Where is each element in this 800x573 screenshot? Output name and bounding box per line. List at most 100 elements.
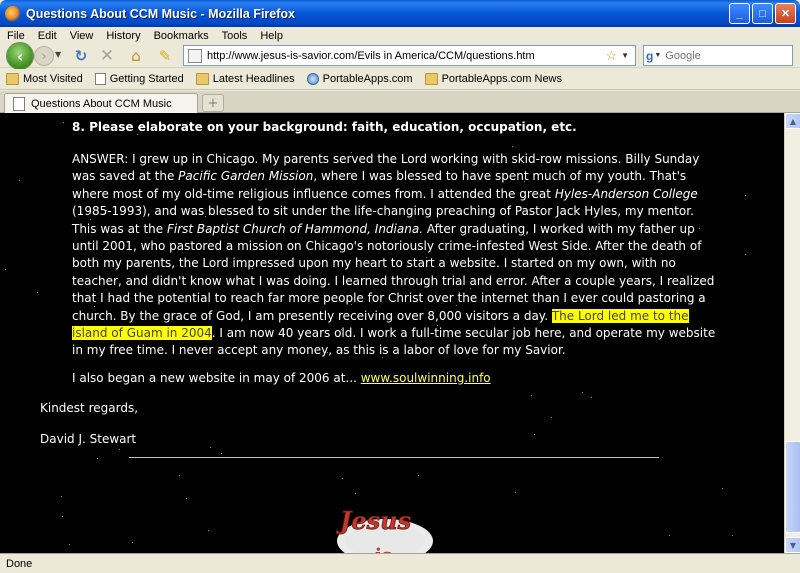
star-dot (531, 395, 532, 396)
minimize-button[interactable]: _ (729, 3, 750, 24)
star-dot (179, 475, 180, 476)
bookmark-latest-headlines[interactable]: Latest Headlines (195, 73, 295, 85)
star-dot (591, 397, 592, 398)
star-dot (342, 478, 343, 479)
vertical-scrollbar[interactable]: ▲ ▼ (784, 113, 800, 553)
scrollbar-thumb[interactable] (785, 441, 800, 533)
star-dot (90, 219, 91, 220)
jesus-logo-image: Jesus is (336, 506, 433, 553)
star-dot (382, 357, 383, 358)
new-website-text: I also began a new website in may of 200… (72, 371, 361, 385)
star-dot (327, 352, 328, 353)
menu-view[interactable]: View (63, 30, 100, 42)
tab-bar: Questions About CCM Music + (0, 91, 800, 113)
forward-button[interactable]: › (34, 46, 54, 66)
star-dot (341, 329, 342, 330)
search-input[interactable] (665, 49, 800, 62)
pencil-icon[interactable]: ✎ (156, 47, 174, 65)
answer-italic-text: Hyles-Anderson College (554, 186, 698, 201)
menu-tools[interactable]: Tools (215, 30, 254, 42)
page-content: 8. Please elaborate on your background: … (0, 113, 784, 553)
reload-icon[interactable]: ↻ (72, 47, 90, 65)
rss-folder-icon (424, 73, 438, 85)
window-title: Questions About CCM Music - Mozilla Fire… (26, 6, 295, 21)
star-dot (274, 265, 275, 266)
star-dot (210, 447, 211, 448)
star-dot (669, 535, 670, 536)
star-dot (579, 170, 580, 171)
question-heading: 8. Please elaborate on your background: … (72, 120, 577, 134)
bookmark-portableapps-news[interactable]: PortableApps.com News (424, 73, 562, 85)
back-button[interactable]: ‹ (6, 42, 34, 70)
tab-questions-about-ccm-music[interactable]: Questions About CCM Music (4, 93, 198, 113)
bookmark-getting-started[interactable]: Getting Started (94, 73, 184, 85)
bookmark-label: PortableApps.com (322, 73, 413, 85)
stop-icon[interactable]: ✕ (98, 46, 116, 66)
star-dot (657, 176, 658, 177)
status-text: Done (6, 557, 33, 570)
google-icon[interactable]: g (646, 47, 654, 64)
logo-text: Jesus (336, 506, 412, 535)
star-dot (582, 392, 583, 393)
scroll-down-icon[interactable]: ▼ (785, 537, 800, 553)
bookmark-most-visited[interactable]: Most Visited (6, 73, 83, 85)
star-dot (524, 181, 525, 182)
menu-history[interactable]: History (99, 30, 146, 42)
star-dot (456, 305, 457, 306)
answer-paragraph: ANSWER: I grew up in Chicago. My parents… (72, 151, 717, 360)
horizontal-rule (129, 457, 659, 458)
star-dot (69, 544, 70, 545)
soulwinning-link[interactable]: www.soulwinning.info (361, 371, 491, 385)
search-engine-dropdown-icon[interactable]: ▼ (654, 52, 661, 59)
bookmark-star-icon[interactable]: ☆ (605, 48, 617, 64)
new-tab-button[interactable]: + (202, 94, 224, 112)
title-bar: Questions About CCM Music - Mozilla Fire… (0, 0, 800, 27)
star-dot (347, 214, 348, 215)
star-dot (512, 146, 513, 147)
page-icon (13, 96, 25, 111)
page-icon (188, 48, 202, 63)
close-button[interactable]: ✕ (775, 3, 796, 24)
home-icon[interactable]: ⌂ (127, 47, 145, 65)
star-dot (62, 516, 63, 517)
forward-arrow-icon: › (41, 49, 47, 63)
navigation-toolbar: ‹ › ▼ ↻ ✕ ⌂ ✎ http://www.jesus-is-savior… (0, 42, 800, 70)
globe-icon (306, 73, 319, 85)
bookmark-label: Getting Started (109, 73, 184, 85)
star-dot (426, 257, 427, 258)
maximize-button[interactable]: □ (752, 3, 773, 24)
star-dot (221, 453, 222, 454)
menu-help[interactable]: Help (253, 30, 289, 42)
page-icon (94, 73, 106, 85)
star-dot (367, 215, 368, 216)
window-controls: _ □ ✕ (729, 3, 796, 24)
star-dot (61, 496, 62, 497)
status-bar: Done (0, 553, 800, 573)
address-bar[interactable]: http://www.jesus-is-savior.com/Evils in … (183, 45, 636, 66)
scroll-up-icon[interactable]: ▲ (785, 113, 800, 129)
star-dot (345, 333, 346, 334)
bookmark-label: Latest Headlines (212, 73, 295, 85)
star-dot (534, 434, 535, 435)
url-text[interactable]: http://www.jesus-is-savior.com/Evils in … (207, 50, 605, 62)
answer-italic-text: First Baptist Church of Hammond, Indiana… (166, 221, 424, 236)
menu-edit[interactable]: Edit (31, 30, 63, 42)
rss-folder-icon (195, 73, 209, 85)
answer-text: After graduating, I worked with my fathe… (72, 221, 715, 323)
bookmarks-toolbar: Most Visited Getting Started Latest Head… (0, 69, 800, 90)
menu-bookmarks[interactable]: Bookmarks (147, 30, 215, 42)
star-dot (19, 180, 20, 181)
star-dot (252, 268, 253, 269)
star-dot (186, 498, 187, 499)
star-dot (167, 284, 168, 285)
url-dropdown-icon[interactable]: ▼ (621, 51, 629, 60)
star-dot (351, 304, 352, 305)
star-dot (418, 475, 419, 476)
star-dot (131, 129, 132, 130)
bookmark-portableapps[interactable]: PortableApps.com (306, 73, 413, 85)
search-bar[interactable]: g ▼ ⚲ (643, 45, 800, 66)
menu-file[interactable]: File (0, 30, 31, 42)
history-dropdown-icon[interactable]: ▼ (55, 50, 61, 59)
star-dot (97, 458, 98, 459)
closing-text: Kindest regards, (40, 401, 139, 415)
